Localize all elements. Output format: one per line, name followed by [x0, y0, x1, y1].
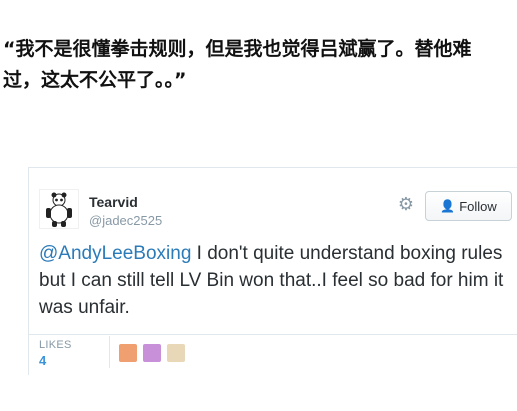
panda-avatar-image	[40, 190, 78, 228]
stats-separator	[109, 336, 110, 368]
add-person-icon: 👤	[440, 199, 456, 213]
caption-text: “我不是很懂拳击规则，但是我也觉得吕斌赢了。替他难 过，这太不公平了。。”	[3, 34, 508, 96]
follow-button[interactable]: 👤 Follow	[425, 191, 512, 221]
gear-icon[interactable]: ⚙	[397, 195, 415, 213]
likes-count[interactable]: 4	[39, 353, 46, 368]
liker-avatar[interactable]	[119, 344, 137, 362]
follow-button-label: Follow	[459, 198, 497, 214]
caption-line-1: “我不是很懂拳击规则，但是我也觉得吕斌赢了。替他难	[3, 38, 472, 60]
caption-line-2: 过，这太不公平了。。”	[3, 69, 187, 91]
likes-label: LIKES	[39, 339, 72, 351]
divider	[29, 334, 517, 335]
mention-link[interactable]: @AndyLeeBoxing	[39, 243, 191, 264]
liker-avatar[interactable]	[167, 344, 185, 362]
tweet-card: Tearvid @jadec2525 ⚙ 👤 Follow @AndyLeeBo…	[28, 167, 517, 375]
liker-avatar[interactable]	[143, 344, 161, 362]
author-handle[interactable]: @jadec2525	[89, 213, 162, 228]
avatar[interactable]	[39, 189, 79, 229]
author-display-name[interactable]: Tearvid	[89, 194, 138, 210]
tweet-text: @AndyLeeBoxing I don't quite understand …	[39, 240, 509, 321]
